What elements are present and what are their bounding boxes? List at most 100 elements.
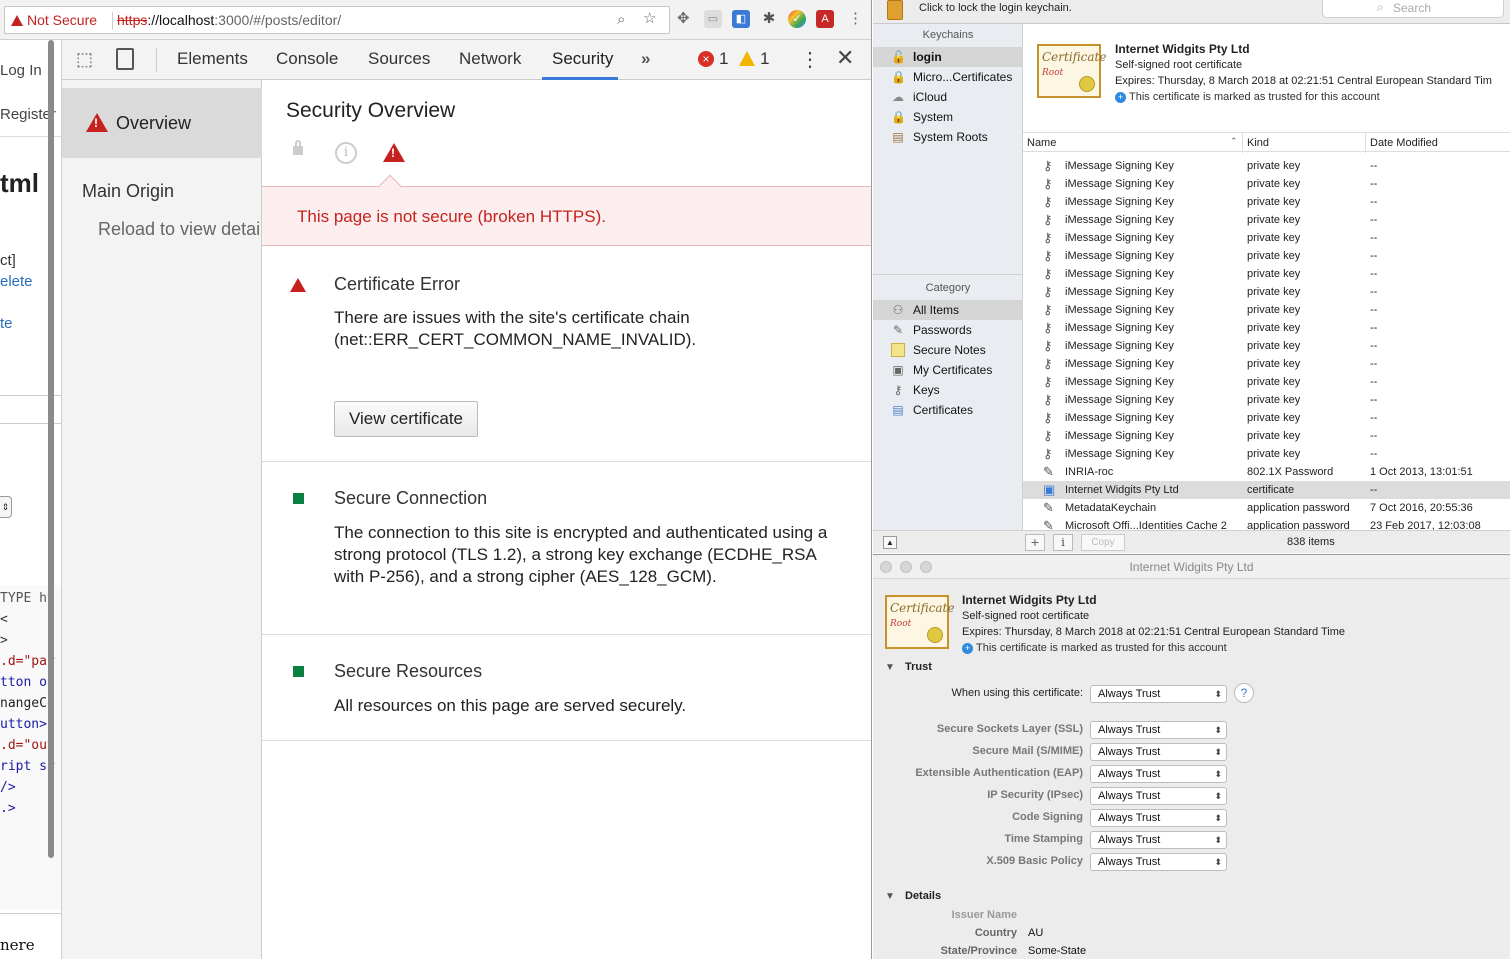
not-secure-indicator[interactable]: Not Secure bbox=[11, 12, 97, 28]
trust-select[interactable]: Always Trust ⬍ bbox=[1090, 809, 1227, 827]
search-input[interactable]: ⌕ Search bbox=[1322, 0, 1504, 18]
sidebar-item-all-items[interactable]: ⚇ All Items bbox=[873, 300, 1023, 320]
table-row[interactable]: ✎ MetadataKeychain application password 7 O… bbox=[1023, 499, 1510, 517]
tab-network[interactable]: Network bbox=[459, 49, 521, 69]
cell-kind: private key bbox=[1247, 196, 1301, 208]
trust-header[interactable]: Trust bbox=[905, 661, 932, 673]
warning-count[interactable]: 1 bbox=[760, 49, 769, 69]
table-row[interactable]: ⚷ iMessage Signing Key private key -- bbox=[1023, 445, 1510, 463]
column-name[interactable]: Name bbox=[1023, 133, 1243, 153]
copy-button[interactable]: Copy bbox=[1081, 534, 1125, 551]
tab-elements[interactable]: Elements bbox=[177, 49, 248, 69]
toggle-pane-icon[interactable]: ▲ bbox=[883, 536, 897, 549]
sidebar-item-micro-certificates[interactable]: 🔒 Micro...Certificates bbox=[873, 67, 1023, 87]
cloud-icon: ☁ bbox=[892, 90, 904, 104]
disclosure-triangle-icon[interactable]: ▼ bbox=[885, 891, 895, 902]
table-row[interactable]: ⚷ iMessage Signing Key private key -- bbox=[1023, 265, 1510, 283]
te-link[interactable]: te bbox=[0, 315, 13, 332]
extension-reader-icon[interactable]: ▭ bbox=[704, 10, 722, 28]
inspect-element-icon[interactable]: ⬚ bbox=[76, 49, 93, 70]
trust-select[interactable]: Always Trust ⬍ bbox=[1090, 853, 1227, 871]
close-icon[interactable]: ✕ bbox=[836, 45, 854, 71]
sidebar-item-passwords[interactable]: ✎ Passwords bbox=[873, 320, 1023, 340]
browser-menu-icon[interactable]: ⋮ bbox=[848, 10, 863, 28]
details-header[interactable]: Details bbox=[905, 890, 941, 902]
extension-dev-icon[interactable]: ◧ bbox=[732, 10, 750, 28]
extension-move-icon[interactable]: ✥ bbox=[677, 10, 690, 28]
login-link[interactable]: Log In bbox=[0, 62, 42, 79]
sidebar-item-keys[interactable]: ⚷ Keys bbox=[873, 380, 1023, 400]
note-icon bbox=[891, 343, 905, 357]
sidebar-item-secure-notes[interactable]: Secure Notes bbox=[873, 340, 1023, 360]
cert-trusted: + This certificate is marked as trusted f… bbox=[962, 642, 1227, 654]
sidebar-item-system[interactable]: 🔒 System bbox=[873, 107, 1023, 127]
table-row[interactable]: ⚷ iMessage Signing Key private key -- bbox=[1023, 211, 1510, 229]
table-row[interactable]: ⚷ iMessage Signing Key private key -- bbox=[1023, 373, 1510, 391]
extension-bug-icon[interactable]: ✱ bbox=[760, 10, 778, 28]
tab-security[interactable]: Security bbox=[552, 49, 613, 69]
table-row[interactable]: ⚷ iMessage Signing Key private key -- bbox=[1023, 355, 1510, 373]
scrollbar[interactable] bbox=[48, 40, 54, 858]
sidebar-item-overview[interactable]: Overview bbox=[62, 88, 262, 158]
table-row[interactable]: ⚷ iMessage Signing Key private key -- bbox=[1023, 175, 1510, 193]
cell-date: -- bbox=[1370, 196, 1378, 208]
trust-select[interactable]: Always Trust ⬍ bbox=[1090, 787, 1227, 805]
detail-type: Self-signed root certificate bbox=[1115, 59, 1243, 71]
add-button[interactable]: + bbox=[1025, 534, 1045, 551]
chevron-updown-icon: ⬍ bbox=[1214, 835, 1222, 845]
info-button[interactable]: i bbox=[1053, 534, 1073, 551]
extension-chrome-icon[interactable]: ✓ bbox=[788, 10, 806, 28]
sidebar-item-my-certificates[interactable]: ▣ My Certificates bbox=[873, 360, 1023, 380]
device-toolbar-icon[interactable] bbox=[116, 48, 134, 70]
address-bar[interactable]: Not Secure https://localhost:3000/#/post… bbox=[4, 6, 670, 34]
sidebar-item-login[interactable]: 🔓 login bbox=[873, 47, 1023, 67]
url-text[interactable]: https://localhost:3000/#/posts/editor/ bbox=[117, 12, 341, 28]
table-row[interactable]: ⚷ iMessage Signing Key private key -- bbox=[1023, 337, 1510, 355]
delete-link[interactable]: elete bbox=[0, 273, 33, 290]
zoom-icon[interactable]: ⌕ bbox=[617, 11, 625, 29]
more-tabs-button[interactable]: » bbox=[641, 49, 650, 69]
view-certificate-button[interactable]: View certificate bbox=[334, 401, 479, 437]
sidebar-item-certificates[interactable]: ▤ Certificates bbox=[873, 400, 1023, 420]
table-row[interactable]: ▣ Internet Widgits Pty Ltd certificate -- bbox=[1023, 481, 1510, 499]
table-row[interactable]: ⚷ iMessage Signing Key private key -- bbox=[1023, 391, 1510, 409]
sidebar-item-icloud[interactable]: ☁ iCloud bbox=[873, 87, 1023, 107]
tab-console[interactable]: Console bbox=[276, 49, 338, 69]
help-icon[interactable]: ? bbox=[1234, 683, 1254, 703]
column-kind[interactable]: Kind bbox=[1243, 133, 1366, 153]
table-row[interactable]: ✎ INRIA-roc 802.1X Password 1 Oct 2013, 13:… bbox=[1023, 463, 1510, 481]
tab-sources[interactable]: Sources bbox=[368, 49, 430, 69]
lock-icon[interactable] bbox=[887, 0, 903, 20]
cell-date: -- bbox=[1370, 448, 1378, 460]
cell-name: iMessage Signing Key bbox=[1065, 430, 1174, 442]
secure-resources-section: Secure Resources All resources on this p… bbox=[262, 635, 871, 741]
select-stepper[interactable]: ⇕ bbox=[0, 496, 12, 518]
table-row[interactable]: ⚷ iMessage Signing Key private key -- bbox=[1023, 283, 1510, 301]
trust-select[interactable]: Always Trust ⬍ bbox=[1090, 765, 1227, 783]
error-icon[interactable]: × bbox=[698, 51, 714, 67]
disclosure-triangle-icon[interactable]: ▼ bbox=[885, 662, 895, 673]
trust-select[interactable]: Always Trust ⬍ bbox=[1090, 721, 1227, 739]
table-row[interactable]: ⚷ iMessage Signing Key private key -- bbox=[1023, 229, 1510, 247]
cell-date: -- bbox=[1370, 304, 1378, 316]
table-row[interactable]: ⚷ iMessage Signing Key private key -- bbox=[1023, 247, 1510, 265]
table-row[interactable]: ⚷ iMessage Signing Key private key -- bbox=[1023, 409, 1510, 427]
when-using-select[interactable]: Always Trust ⬍ bbox=[1090, 685, 1227, 703]
table-row[interactable]: ⚷ iMessage Signing Key private key -- bbox=[1023, 319, 1510, 337]
trust-select[interactable]: Always Trust ⬍ bbox=[1090, 743, 1227, 761]
devtools-menu-icon[interactable]: ⋮ bbox=[800, 47, 820, 72]
trust-select[interactable]: Always Trust ⬍ bbox=[1090, 831, 1227, 849]
warning-icon[interactable] bbox=[739, 51, 755, 66]
cell-date: -- bbox=[1370, 214, 1378, 226]
error-count[interactable]: 1 bbox=[719, 49, 728, 69]
key-icon: ⚷ bbox=[1043, 266, 1053, 281]
column-date-modified[interactable]: Date Modified bbox=[1366, 133, 1510, 153]
table-row[interactable]: ⚷ iMessage Signing Key private key -- bbox=[1023, 193, 1510, 211]
table-row[interactable]: ⚷ iMessage Signing Key private key -- bbox=[1023, 301, 1510, 319]
star-icon[interactable]: ☆ bbox=[643, 10, 656, 28]
table-row[interactable]: ⚷ iMessage Signing Key private key -- bbox=[1023, 427, 1510, 445]
sidebar-item-system-roots[interactable]: ▤ System Roots bbox=[873, 127, 1023, 147]
extension-angular-icon[interactable]: A bbox=[816, 10, 834, 28]
table-row[interactable]: ⚷ iMessage Signing Key private key -- bbox=[1023, 157, 1510, 175]
sidebar-reload-hint: Reload to view detai bbox=[98, 219, 261, 239]
